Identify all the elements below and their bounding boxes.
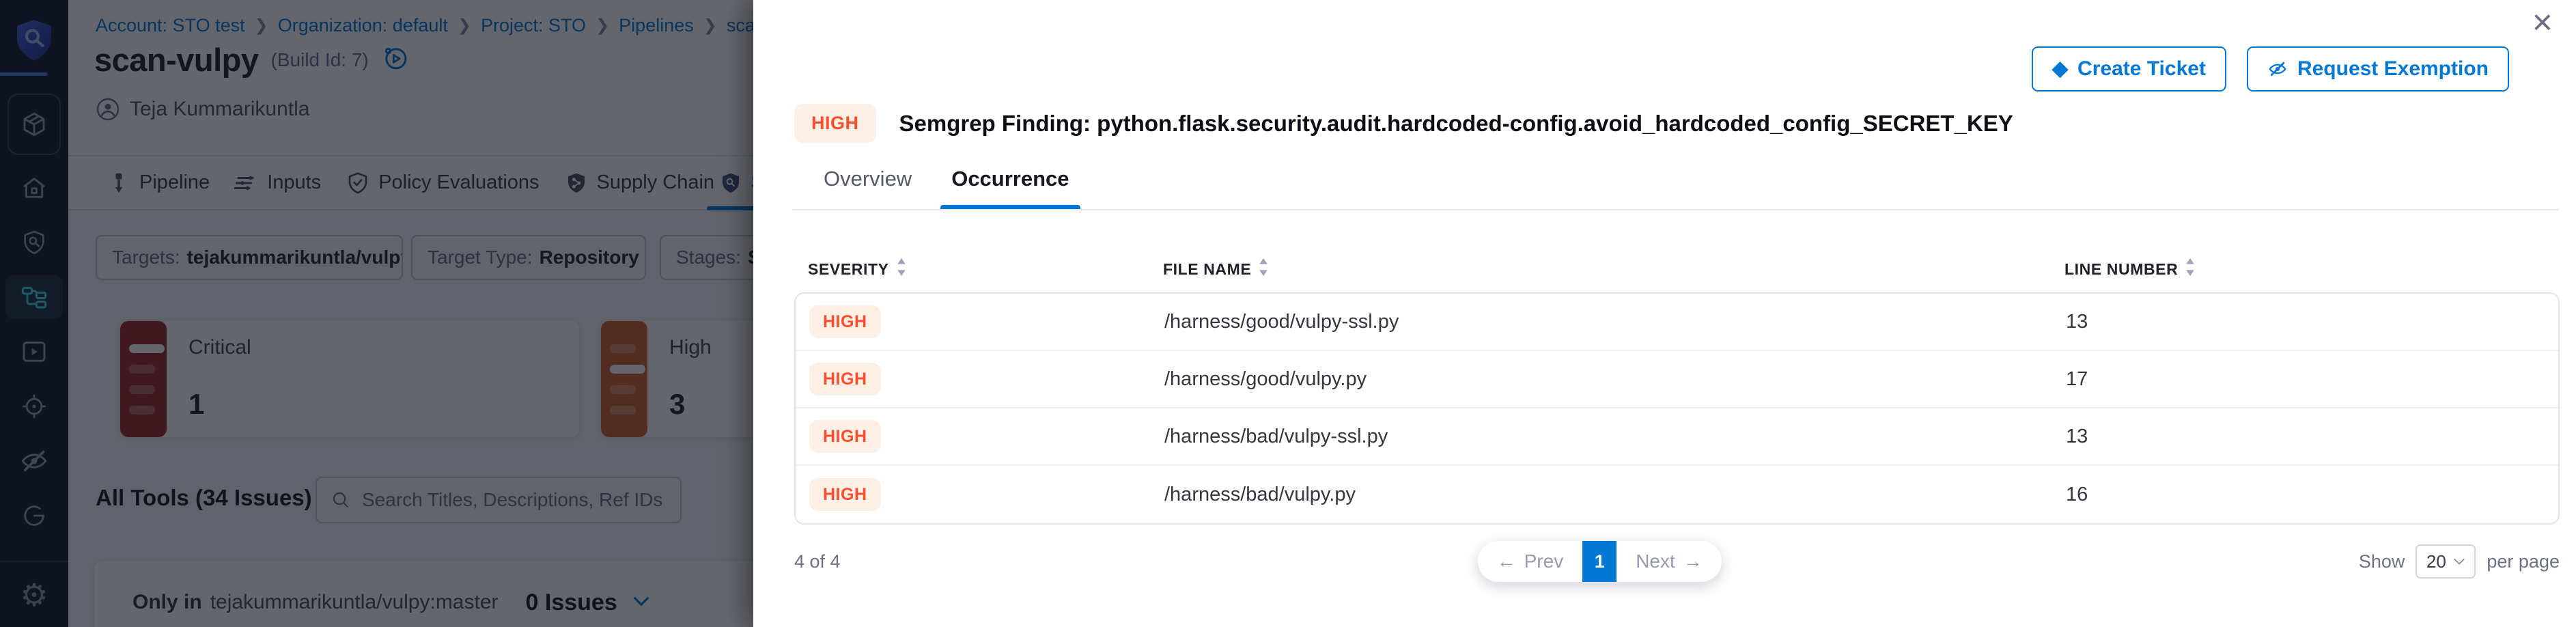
show-label: Show xyxy=(2359,551,2405,572)
occurrence-table-body: HIGH/harness/good/vulpy-ssl.py13HIGH/har… xyxy=(796,294,2558,523)
line-number-cell: 16 xyxy=(2066,484,2545,506)
close-icon[interactable]: × xyxy=(2532,1,2553,44)
sort-icon[interactable] xyxy=(2185,258,2196,280)
arrow-right-icon: → xyxy=(1683,551,1703,572)
chevron-down-icon xyxy=(2453,557,2465,566)
request-exemption-button[interactable]: Request Exemption xyxy=(2247,46,2509,92)
column-file-name[interactable]: FILE NAME xyxy=(1163,258,2064,280)
column-severity[interactable]: SEVERITY xyxy=(808,258,1163,280)
column-line-number[interactable]: LINE NUMBER xyxy=(2064,258,2546,280)
finding-title: Semgrep Finding: python.flask.security.a… xyxy=(899,111,2013,137)
pagination-pill: ← Prev 1 Next → xyxy=(1478,541,1722,582)
column-label: FILE NAME xyxy=(1163,260,1251,279)
file-name-cell: /harness/good/vulpy.py xyxy=(1164,368,2066,391)
line-number-cell: 13 xyxy=(2066,426,2545,448)
sort-icon[interactable] xyxy=(896,258,907,280)
finding-tabbar: Overview Occurrence xyxy=(792,167,2558,210)
file-name-cell: /harness/good/vulpy-ssl.py xyxy=(1164,311,2066,333)
pagination-summary: 4 of 4 xyxy=(794,551,841,572)
page-size-select[interactable]: 20 xyxy=(2416,544,2476,579)
table-row[interactable]: HIGH/harness/good/vulpy.py17 xyxy=(796,351,2558,408)
finding-header: HIGH Semgrep Finding: python.flask.secur… xyxy=(794,104,2013,143)
current-page-button[interactable]: 1 xyxy=(1582,541,1616,582)
severity-badge: HIGH xyxy=(809,478,881,511)
arrow-left-icon: ← xyxy=(1497,551,1516,572)
pagination: 4 of 4 ← Prev 1 Next → Show 20 per page xyxy=(794,537,2560,586)
page-size-value: 20 xyxy=(2426,551,2446,572)
exemption-eye-slash-icon xyxy=(2267,59,2288,79)
table-row[interactable]: HIGH/harness/bad/vulpy.py16 xyxy=(796,466,2558,523)
page-size-control: Show 20 per page xyxy=(2359,544,2560,579)
table-row[interactable]: HIGH/harness/good/vulpy-ssl.py13 xyxy=(796,294,2558,351)
create-ticket-label: Create Ticket xyxy=(2077,57,2206,81)
occurrence-table: HIGH/harness/good/vulpy-ssl.py13HIGH/har… xyxy=(794,292,2560,525)
column-label: LINE NUMBER xyxy=(2064,260,2178,279)
occurrence-table-header: SEVERITY FILE NAME LINE NUMBER xyxy=(794,254,2560,284)
drawer-actions: ◆ Create Ticket Request Exemption xyxy=(2032,46,2509,92)
table-row[interactable]: HIGH/harness/bad/vulpy-ssl.py13 xyxy=(796,408,2558,466)
app-window: ⚙ Account: STO test❯ Organization: defau… xyxy=(0,0,2576,627)
create-ticket-button[interactable]: ◆ Create Ticket xyxy=(2032,46,2226,92)
request-exemption-label: Request Exemption xyxy=(2297,57,2489,81)
modal-backdrop[interactable] xyxy=(0,0,753,627)
prev-page-button[interactable]: ← Prev xyxy=(1478,541,1583,582)
per-page-label: per page xyxy=(2487,551,2560,572)
next-page-button[interactable]: Next → xyxy=(1616,541,1722,582)
prev-label: Prev xyxy=(1524,551,1564,572)
file-name-cell: /harness/bad/vulpy-ssl.py xyxy=(1164,426,2066,448)
severity-badge: HIGH xyxy=(809,420,881,453)
line-number-cell: 13 xyxy=(2066,311,2545,333)
tab-occurrence[interactable]: Occurrence xyxy=(951,167,1069,209)
line-number-cell: 17 xyxy=(2066,368,2545,391)
severity-badge: HIGH xyxy=(809,305,881,338)
ticket-diamond-icon: ◆ xyxy=(2052,59,2068,79)
tab-overview[interactable]: Overview xyxy=(824,167,912,209)
column-label: SEVERITY xyxy=(808,260,889,279)
file-name-cell: /harness/bad/vulpy.py xyxy=(1164,484,2066,506)
next-label: Next xyxy=(1636,551,1675,572)
severity-badge: HIGH xyxy=(794,104,876,143)
sort-icon[interactable] xyxy=(1258,258,1269,280)
finding-details-drawer: × ◆ Create Ticket Request Exemption HIGH… xyxy=(753,0,2576,627)
severity-badge: HIGH xyxy=(809,363,881,395)
